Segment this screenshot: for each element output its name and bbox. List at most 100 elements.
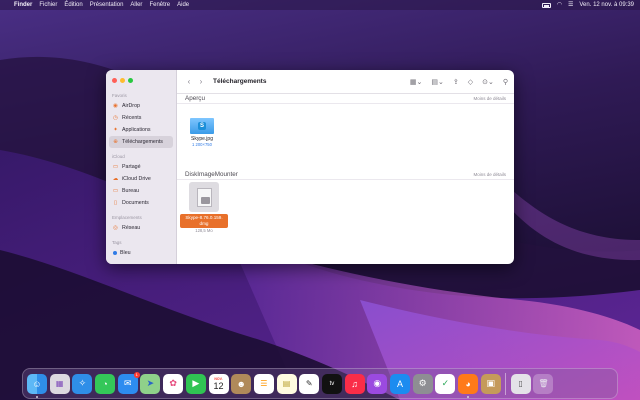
dock-reminders-icon[interactable]: ☰ xyxy=(253,373,274,394)
search-icon[interactable]: ⚲ xyxy=(503,78,508,86)
dock-facetime-icon[interactable]: ▶ xyxy=(185,373,206,394)
window-controls xyxy=(106,78,176,83)
file-size: 128,5 Mo xyxy=(195,228,213,233)
sidebar-item-icloud-drive[interactable]: ☁ iCloud Drive xyxy=(109,173,173,185)
toolbar-actions: ▦⌄ ▤⌄ ⇪ ◇ ⊙⌄ ⚲ xyxy=(410,78,508,86)
sidebar-item-recents[interactable]: ◷ Récents xyxy=(109,112,173,124)
dock-settings-icon[interactable]: ⚙ xyxy=(412,373,433,394)
sidebar-item-label: Partagé xyxy=(122,164,141,170)
sidebar-section-emplacements: Emplacements xyxy=(112,215,142,220)
window-title: Téléchargements xyxy=(213,78,267,85)
finder-toolbar: ‹ › Téléchargements ▦⌄ ▤⌄ ⇪ ◇ ⊙⌄ ⚲ xyxy=(177,70,514,94)
file-name-selected: Skype-8.76.0.159. dmg xyxy=(180,214,228,228)
close-window-button[interactable] xyxy=(112,78,117,83)
minimize-window-button[interactable] xyxy=(120,78,125,83)
dock-photos-icon[interactable]: ✿ xyxy=(163,373,184,394)
sidebar-item-label: Téléchargements xyxy=(122,139,163,145)
menu-bar: Finder Fichier Édition Présentation Alle… xyxy=(0,0,640,10)
back-button[interactable]: ‹ xyxy=(183,77,195,86)
tag-icon[interactable]: ◇ xyxy=(468,78,473,86)
skype-logo-icon: S xyxy=(198,122,206,130)
sidebar-item-telechargements[interactable]: ⊕ Téléchargements xyxy=(109,136,173,148)
section-diskimagemounter: Skype-8.76.0.159. dmg 128,5 Mo xyxy=(177,180,514,246)
dock-mail-icon[interactable]: ✉ 1 xyxy=(117,371,140,394)
sidebar-item-reseau[interactable]: ◎ Réseau xyxy=(109,222,173,234)
applications-icon: ✦ xyxy=(113,127,118,133)
sidebar-item-tag-bleu[interactable]: Bleu xyxy=(109,247,173,259)
control-center-icon[interactable]: ☰ xyxy=(568,0,573,10)
dock-tv-icon[interactable]: tv xyxy=(321,373,342,394)
finder-content: ‹ › Téléchargements ▦⌄ ▤⌄ ⇪ ◇ ⊙⌄ ⚲ Aperç… xyxy=(177,70,514,264)
sidebar-item-label: Applications xyxy=(122,127,151,133)
disk-image-icon xyxy=(189,182,219,212)
dock-maps-icon[interactable]: ➤ xyxy=(140,373,161,394)
dock-music-icon[interactable]: ♫ xyxy=(344,373,365,394)
document-icon: ▯ xyxy=(113,200,118,206)
sidebar-item-airdrop[interactable]: ◉ AirDrop xyxy=(109,100,173,112)
forward-button[interactable]: › xyxy=(195,77,207,86)
sidebar-item-bureau[interactable]: ▭ Bureau xyxy=(109,185,173,197)
mail-badge: 1 xyxy=(133,371,140,378)
image-thumbnail: S xyxy=(190,118,214,134)
zoom-window-button[interactable] xyxy=(128,78,133,83)
status-area: ◠ ☰ Ven. 12 nov. à 09:39 xyxy=(541,0,634,10)
sidebar-item-label: Bureau xyxy=(122,188,140,194)
dock-safari-icon[interactable]: ✧ xyxy=(72,373,93,394)
network-icon: ◎ xyxy=(113,225,118,231)
dock-messages-icon[interactable]: ◔ xyxy=(95,373,116,394)
dock-freeform-icon[interactable]: ✎ xyxy=(299,373,320,394)
menu-finder[interactable]: Finder xyxy=(14,0,32,10)
battery-icon[interactable] xyxy=(541,2,551,8)
more-actions-icon[interactable]: ⊙⌄ xyxy=(482,78,494,86)
download-icon: ⊕ xyxy=(113,139,118,145)
desktop-icon: ▭ xyxy=(112,188,119,194)
sidebar-item-label: Bleu xyxy=(120,250,131,256)
dock-firefox-icon[interactable]: ◕ xyxy=(458,373,479,398)
sidebar-item-documents[interactable]: ▯ Documents xyxy=(109,197,173,209)
dock-separator xyxy=(505,372,507,395)
sidebar-item-label: Réseau xyxy=(122,225,141,231)
wifi-icon[interactable]: ◠ xyxy=(557,0,562,10)
dock-preview-icon[interactable]: ▯ xyxy=(510,373,531,394)
cloud-icon: ☁ xyxy=(112,176,119,182)
blue-tag-icon xyxy=(113,251,117,255)
dock-trash-icon[interactable]: 🗑 xyxy=(533,373,554,394)
section-apercu-header: Aperçu Moins de détails xyxy=(177,94,514,104)
section-apercu: S Skype.jpg 1 200×750 xyxy=(177,104,514,170)
dock-calendar-icon[interactable]: NOV. 12 xyxy=(208,373,229,394)
dock-notes-icon[interactable]: ▤ xyxy=(276,373,297,394)
file-skype-dmg[interactable]: Skype-8.76.0.159. dmg 128,5 Mo xyxy=(178,182,230,233)
dock-antidote-icon[interactable]: ✓ xyxy=(435,373,456,394)
menubar-clock[interactable]: Ven. 12 nov. à 09:39 xyxy=(579,0,634,10)
sidebar-item-label: Documents xyxy=(122,200,149,206)
sidebar-item-partage[interactable]: ▭ Partagé xyxy=(109,161,173,173)
section-diskimagemounter-header: DiskImageMounter Moins de détails xyxy=(177,170,514,180)
dock-contacts-icon[interactable]: ☻ xyxy=(231,373,252,394)
less-details-link[interactable]: Moins de détails xyxy=(473,172,506,177)
less-details-link[interactable]: Moins de détails xyxy=(473,96,506,101)
clock-icon: ◷ xyxy=(113,115,118,121)
menu-presentation[interactable]: Présentation xyxy=(90,0,124,10)
group-icon[interactable]: ▤⌄ xyxy=(431,78,443,86)
finder-window: Favoris ◉ AirDrop ◷ Récents ✦ Applicatio… xyxy=(106,70,514,264)
dock-finder-icon[interactable]: ☺ xyxy=(27,373,47,398)
menu-fichier[interactable]: Fichier xyxy=(39,0,57,10)
sidebar-item-label: AirDrop xyxy=(122,103,140,109)
sidebar-section-favoris: Favoris xyxy=(112,93,127,98)
menu-aide[interactable]: Aide xyxy=(177,0,189,10)
file-skype-jpg[interactable]: S Skype.jpg 1 200×750 xyxy=(183,118,221,147)
airdrop-icon: ◉ xyxy=(113,103,118,109)
dock-launchpad-icon[interactable]: ▦ xyxy=(49,373,70,394)
dock: ☺ ▦ ✧ ◔ ✉ 1 ➤ ✿ ▶ NOV. 12 ☻ ☰ ▤ ✎ tv ♫ ◉ … xyxy=(22,368,618,399)
dock-archive-utility-icon[interactable]: ▣ xyxy=(480,373,501,394)
menu-aller[interactable]: Aller xyxy=(130,0,142,10)
dock-podcasts-icon[interactable]: ◉ xyxy=(367,373,388,394)
menu-edition[interactable]: Édition xyxy=(64,0,82,10)
menu-fenetre[interactable]: Fenêtre xyxy=(149,0,170,10)
sidebar-item-label: Récents xyxy=(122,115,142,121)
share-icon[interactable]: ⇪ xyxy=(453,78,459,86)
dock-app-store-icon[interactable]: A xyxy=(390,373,410,394)
view-mode-icon[interactable]: ▦⌄ xyxy=(410,78,422,86)
sidebar-section-tags: Tags xyxy=(112,240,122,245)
sidebar-item-applications[interactable]: ✦ Applications xyxy=(109,124,173,136)
